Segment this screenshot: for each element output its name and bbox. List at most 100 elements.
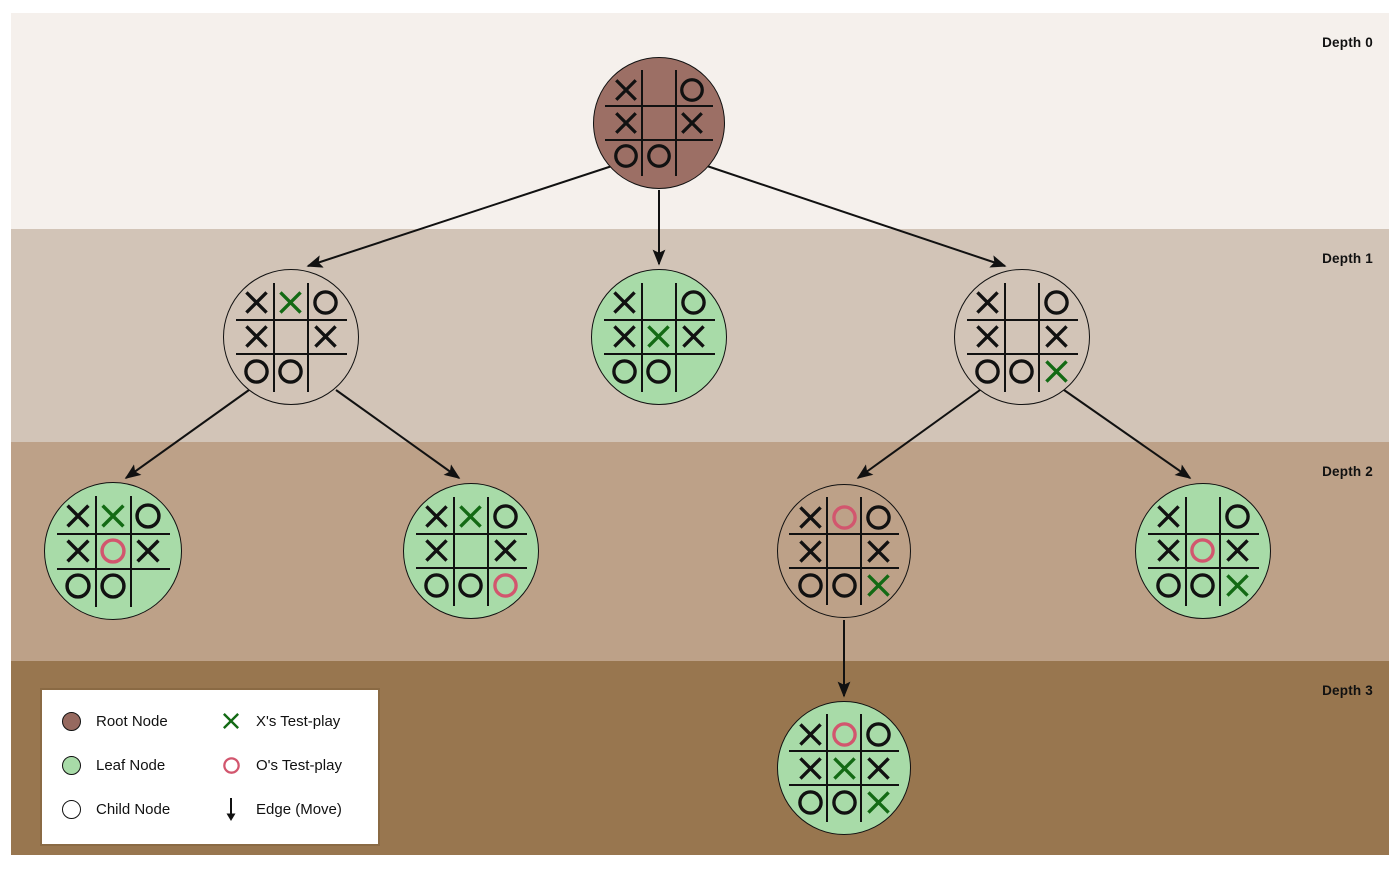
x-mark-icon — [976, 291, 999, 314]
o-mark-icon — [1156, 573, 1181, 598]
game-tree-node-d2-a[interactable] — [44, 482, 182, 620]
x-mark-icon-test-play — [1045, 360, 1068, 383]
tic-tac-toe-board — [56, 495, 170, 607]
board-cell-4 — [642, 106, 675, 139]
game-tree-node-d2-c[interactable] — [777, 484, 911, 618]
board-cell-2 — [308, 286, 342, 320]
x-mark-icon — [1157, 505, 1180, 528]
game-tree-node-d2-d[interactable] — [1135, 483, 1271, 619]
board-cell-8 — [676, 140, 709, 173]
board-cell-1 — [642, 73, 675, 106]
x-mark-icon — [314, 325, 337, 349]
tic-tac-toe-board — [1147, 496, 1259, 606]
o-mark-icon-test-play — [100, 538, 126, 564]
board-gridline-horizontal-1 — [966, 318, 1078, 321]
board-cell-8 — [488, 568, 522, 602]
board-cell-3 — [609, 106, 642, 139]
game-tree-node-d2-b[interactable] — [403, 483, 539, 619]
x-mark-icon-test-play — [832, 756, 856, 780]
o-mark-icon — [647, 144, 671, 169]
o-mark-icon — [975, 359, 1000, 384]
tic-tac-toe-board — [966, 282, 1078, 392]
legend-entry-green-x: X's Test-play — [220, 710, 340, 732]
down-arrow-icon — [220, 798, 242, 821]
board-cell-5 — [1220, 534, 1254, 568]
board-gridline-vertical-2 — [675, 282, 678, 392]
o-mark-icon — [797, 789, 823, 815]
o-mark-icon — [65, 573, 91, 599]
board-cell-2 — [861, 500, 895, 534]
board-cell-2 — [676, 286, 710, 320]
legend-entry-leaf-node: Leaf Node — [60, 754, 165, 776]
board-cell-4 — [1005, 320, 1039, 354]
board-cell-2 — [861, 717, 895, 751]
root-node-swatch — [60, 710, 82, 732]
board-cell-8 — [861, 785, 895, 819]
board-gridline-vertical-2 — [1038, 282, 1041, 392]
board-cell-8 — [1039, 354, 1073, 388]
x-mark-icon — [866, 539, 890, 563]
x-mark-icon — [682, 325, 705, 349]
tic-tac-toe-board — [789, 714, 899, 822]
game-tree-node-d1-left[interactable] — [223, 269, 359, 405]
board-gridline-horizontal-2 — [56, 567, 170, 570]
board-cell-5 — [676, 106, 709, 139]
board-gridline-vertical-1 — [641, 70, 644, 176]
board-cell-1 — [1186, 500, 1220, 534]
board-cell-6 — [240, 354, 274, 388]
o-mark-icon-test-play — [831, 721, 857, 747]
board-gridline-vertical-2 — [860, 714, 862, 822]
legend-entry-pink-o: O's Test-play — [220, 754, 342, 776]
board-cell-4 — [1186, 534, 1220, 568]
board-cell-6 — [420, 568, 454, 602]
o-mark-icon-test-play — [493, 573, 518, 598]
board-gridline-horizontal-1 — [605, 105, 713, 108]
board-cell-1 — [827, 500, 861, 534]
board-cell-5 — [308, 320, 342, 354]
tic-tac-toe-board — [235, 282, 347, 392]
x-mark-icon-test-play — [1226, 574, 1249, 597]
board-cell-5 — [861, 751, 895, 785]
o-mark-icon — [613, 144, 638, 169]
board-cell-8 — [1220, 568, 1254, 602]
tic-tac-toe-board — [603, 282, 715, 392]
board-gridline-vertical-1 — [640, 282, 643, 392]
x-mark-icon — [976, 325, 999, 349]
board-gridline-horizontal-2 — [235, 353, 347, 356]
board-cell-7 — [827, 568, 861, 602]
legend-label: Root Node — [96, 712, 168, 730]
game-tree-node-d1-right[interactable] — [954, 269, 1090, 405]
board-gridline-horizontal-1 — [603, 318, 715, 321]
tic-tac-toe-board — [415, 496, 527, 606]
board-cell-6 — [971, 354, 1005, 388]
legend-panel: Root Node Leaf Node Child Node X's Test-pla… — [40, 688, 380, 846]
o-mark-icon — [831, 572, 857, 598]
o-mark-icon — [424, 573, 449, 598]
pink-o-glyph — [222, 756, 240, 774]
board-cell-0 — [61, 499, 96, 534]
game-tree-node-root[interactable] — [593, 57, 725, 189]
board-cell-0 — [608, 286, 642, 320]
o-mark-icon — [244, 359, 269, 384]
board-cell-1 — [454, 500, 488, 534]
x-mark-icon — [866, 756, 890, 780]
x-mark-icon — [798, 539, 822, 563]
board-gridline-vertical-1 — [272, 282, 275, 392]
game-tree-node-d1-mid[interactable] — [591, 269, 727, 405]
board-cell-3 — [793, 751, 827, 785]
o-mark-icon — [831, 789, 857, 815]
board-gridline-horizontal-2 — [605, 138, 713, 141]
o-mark-icon — [646, 359, 672, 384]
board-cell-0 — [1152, 500, 1186, 534]
board-cell-3 — [240, 320, 274, 354]
board-gridline-vertical-1 — [826, 714, 828, 822]
o-mark-icon-test-play — [1190, 538, 1216, 564]
x-mark-icon — [614, 112, 637, 134]
game-tree-node-d3-a[interactable] — [777, 701, 911, 835]
o-mark-icon — [1044, 290, 1069, 315]
board-cell-3 — [1152, 534, 1186, 568]
board-cell-7 — [274, 354, 308, 388]
x-mark-icon — [614, 78, 637, 101]
legend-label: O's Test-play — [256, 756, 342, 774]
board-gridline-horizontal-1 — [56, 532, 170, 535]
